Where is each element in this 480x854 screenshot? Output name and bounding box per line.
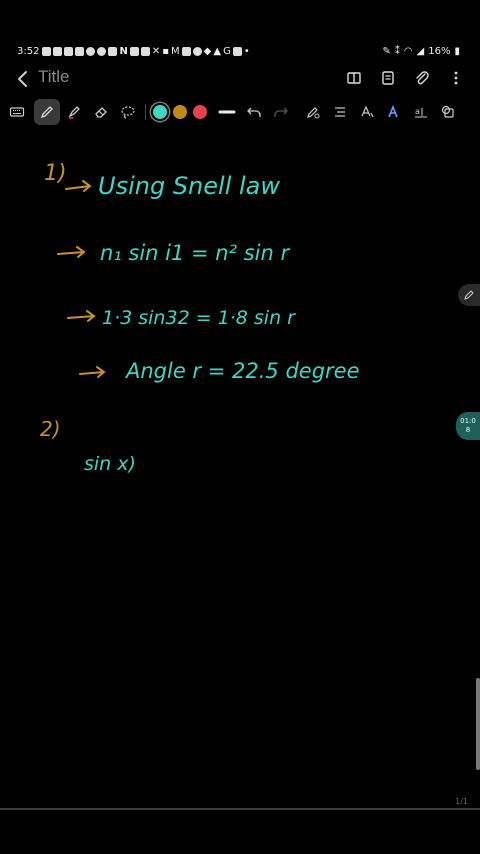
undo-button[interactable] [241,99,267,125]
shapes-tool[interactable] [435,99,461,125]
more-options-button[interactable] [446,68,466,88]
page-list-button[interactable] [378,68,398,88]
app-header: Title [0,62,480,96]
line-width-icon [218,110,236,114]
youtube-icon [42,46,52,56]
linkedin-icon [129,46,139,56]
handwriting-icon [388,104,398,118]
page-boundary [0,808,480,810]
pen-tool[interactable] [34,99,60,125]
arrow-icon [79,366,106,378]
circle-icon [86,46,96,56]
arrow-icon [57,246,86,258]
google-icon: G [223,45,231,57]
header-actions [344,68,466,88]
lasso-tool[interactable] [115,99,141,125]
status-time: 3:52 [17,45,40,57]
arrow-icons [57,180,106,378]
youtube-icon [64,46,74,56]
vibrate-icon: ⁑ [394,45,400,57]
item-2-number: 2) [40,417,61,441]
text-align-icon [335,107,345,117]
keyboard-icon [9,107,25,117]
eraser-icon [95,107,107,118]
bag-icon [232,46,242,56]
note-line-2: n₁ sin i1 = n² sin r [100,241,290,265]
stroke-width-tool[interactable] [214,99,240,125]
youtube-icon [53,46,63,56]
battery-level: 16% [428,45,451,57]
app-icon [181,46,191,56]
note-line-1: Using Snell law [98,172,280,200]
linkedin-icon [140,46,150,56]
toolbar-divider [145,104,146,120]
timer-text-top: 01:0 [460,417,476,425]
gmail-icon: M [171,45,180,57]
attach-button[interactable] [412,68,432,88]
color-swatch-red[interactable] [193,105,207,119]
arrow-icon [65,180,92,192]
item-1-number: 1) [44,161,67,186]
status-bar-left: 3:52 N ✕ ▪ M ◆ ▲ G • [17,44,250,58]
signal-icon: ◢ [416,45,425,57]
pen-icon [40,106,53,119]
keyboard-tool[interactable] [4,99,30,125]
convert-text-icon: a [415,107,427,118]
more-vertical-icon [454,71,458,85]
pen-icon [464,290,474,300]
redo-icon [274,107,288,117]
note-line-4: Angle r = 22.5 degree [124,359,360,383]
page-indicator: 1/1 [455,797,468,806]
recording-timer[interactable]: 01:0 8 [456,412,480,440]
color-swatch-teal[interactable] [153,105,167,119]
notification-icons: N ✕ ▪ M ◆ ▲ G • [42,45,250,57]
puzzle-icon: ▪ [162,45,170,57]
timer-text-bottom: 8 [465,426,471,434]
back-button[interactable] [10,66,36,92]
status-bar-right: ✎ ⁑ ◠ ◢ 16% ▮ [382,44,460,58]
handwriting-layer: 1) Using Snell law n₁ sin i1 = n² sin r … [40,161,360,475]
alert-icon: ▲ [213,45,222,57]
convert-text-tool[interactable]: a [408,99,434,125]
book-view-button[interactable] [344,68,364,88]
netflix-icon: N [119,45,128,57]
note-line-3: 1·3 sin32 = 1·8 sin r [102,307,296,329]
undo-icon [247,107,261,117]
youtube-icon [108,46,118,56]
highlighter-icon [68,106,80,119]
book-icon [347,72,361,84]
svg-text:a: a [415,107,420,116]
redo-button[interactable] [268,99,294,125]
highlighter-tool[interactable] [61,99,87,125]
pen-settings-tool[interactable] [300,99,326,125]
text-icon [361,105,374,118]
circle-icon [97,46,107,56]
alert-icon: ◆ [203,45,212,57]
chevron-left-icon [18,71,27,87]
eraser-tool[interactable] [88,99,114,125]
check-icon [192,46,202,56]
text-align-tool[interactable] [327,99,353,125]
youtube-icon [75,46,85,56]
handwriting-tool[interactable] [381,99,407,125]
page-title[interactable]: Title [38,67,70,87]
text-tool[interactable] [354,99,380,125]
drawing-toolbar: a [0,98,480,126]
shapes-icon [441,105,454,118]
battery-icon: ▮ [454,45,460,57]
vertical-scrollbar[interactable] [476,678,480,770]
wifi-icon: ◠ [403,45,413,57]
note-canvas[interactable]: 1) Using Snell law n₁ sin i1 = n² sin r … [0,128,480,808]
note-line-5: sin x) [84,453,136,475]
arrow-icon [67,310,96,322]
lasso-icon [121,106,135,119]
floating-pen-button[interactable] [458,284,480,306]
color-swatch-gold[interactable] [173,105,187,119]
pen-settings-icon [307,107,320,119]
document-icon [382,71,394,85]
paperclip-icon [416,71,429,85]
x-icon: ✕ [151,45,161,57]
dot-icon: • [243,45,250,57]
mute-icon: ✎ [382,45,391,57]
